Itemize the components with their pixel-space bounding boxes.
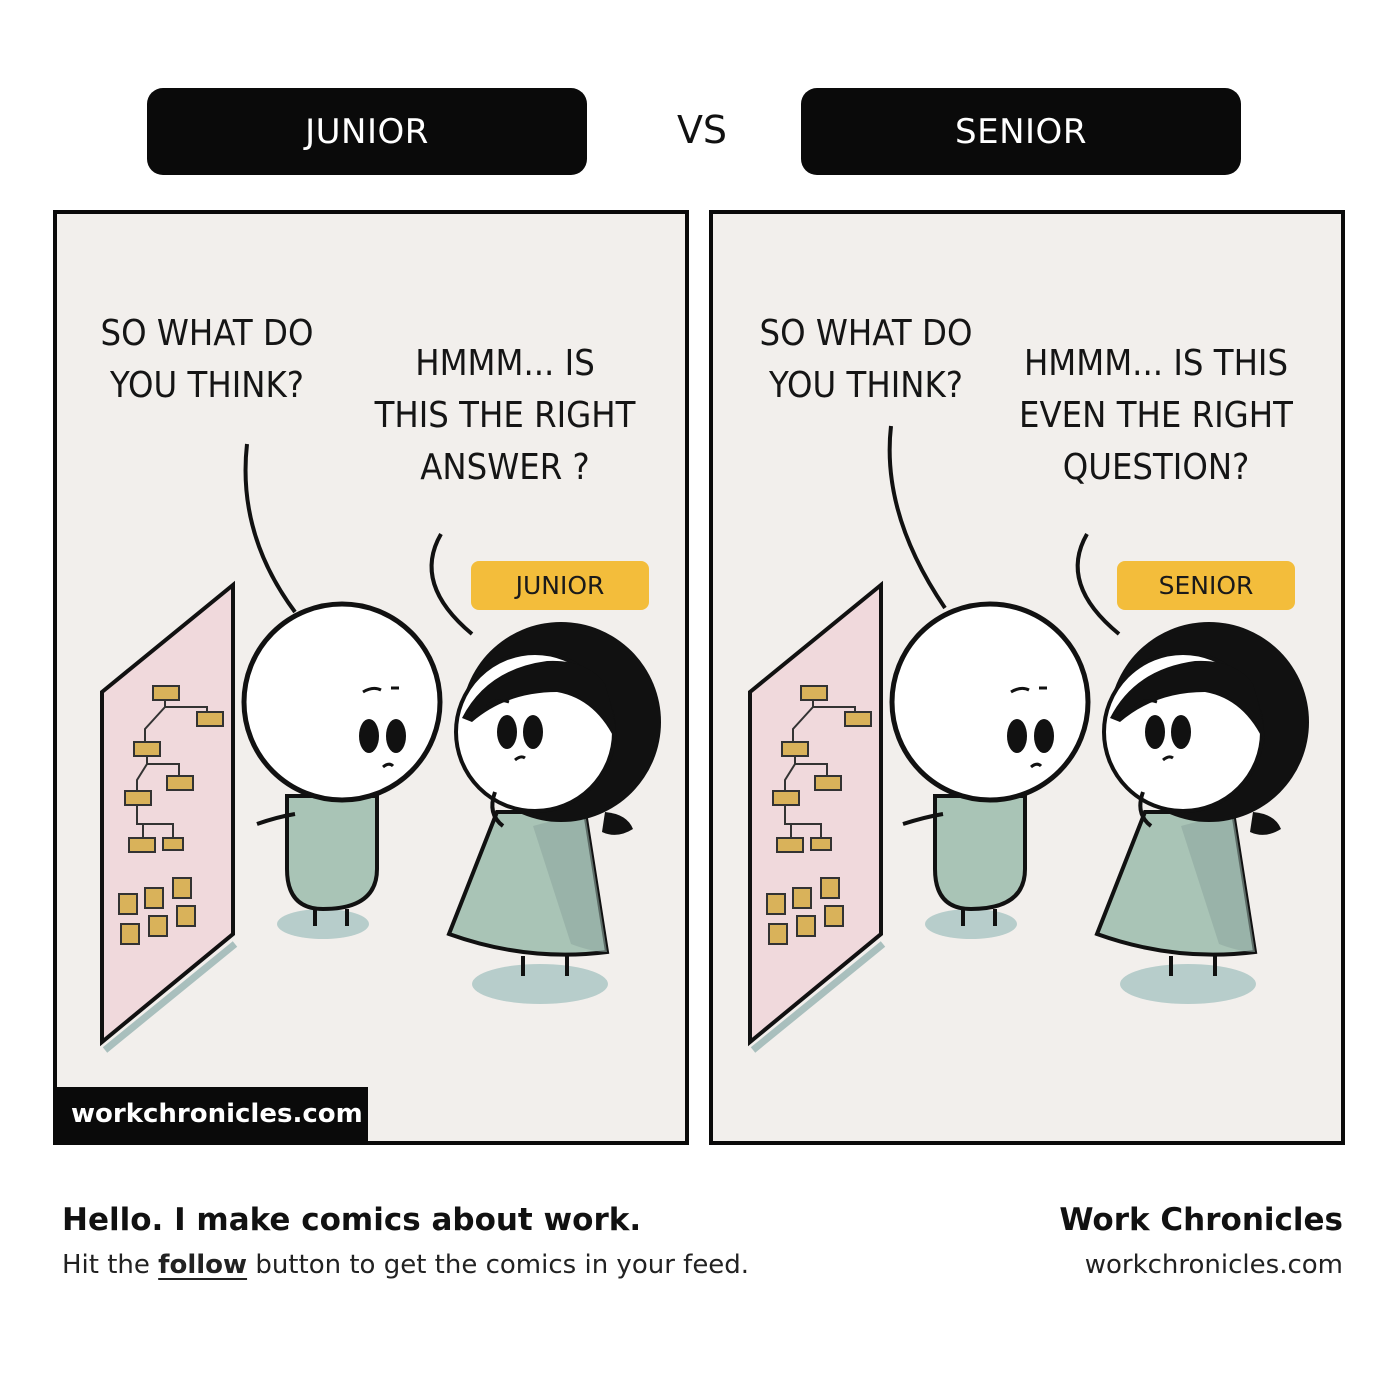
follow-link[interactable]: follow — [158, 1250, 247, 1280]
brand-url[interactable]: workchronicles.com — [1085, 1250, 1343, 1280]
speech-left: SO WHAT DO YOU THINK? — [759, 313, 973, 406]
senior-tag: SENIOR — [1117, 561, 1295, 610]
character-one — [889, 601, 1091, 939]
footer-subtitle-before: Hit the — [62, 1250, 159, 1280]
speech-right: HMMM... IS THIS EVEN THE RIGHT QUESTION? — [1019, 343, 1293, 488]
watermark: workchronicles.com — [57, 1087, 368, 1141]
character-two — [446, 622, 661, 1004]
footer-subtitle-after: button to get the comics in your feed. — [247, 1250, 750, 1280]
senior-header-label: SENIOR — [955, 111, 1087, 152]
character-one — [241, 601, 443, 939]
brand-name: Work Chronicles — [1059, 1202, 1343, 1238]
footer-title: Hello. I make comics about work. — [62, 1202, 642, 1238]
senior-header-pill: SENIOR — [801, 88, 1241, 175]
org-chart-board — [100, 580, 235, 1047]
org-chart-board — [748, 580, 883, 1047]
speech-left: SO WHAT DO YOU THINK? — [100, 313, 314, 406]
junior-tag: JUNIOR — [471, 561, 649, 610]
speech-right: HMMM... IS THIS THE RIGHT ANSWER ? — [374, 343, 636, 488]
comic-panel-junior: SO WHAT DO YOU THINK? HMMM... IS THIS THE … — [53, 210, 689, 1145]
comic-panel-senior: SO WHAT DO YOU THINK? HMMM... IS THIS EVEN… — [709, 210, 1345, 1145]
junior-header-label: JUNIOR — [305, 111, 429, 152]
vs-label: VS — [676, 108, 728, 152]
character-two — [1094, 622, 1309, 1004]
junior-header-pill: JUNIOR — [147, 88, 587, 175]
footer-subtitle: Hit the follow button to get the comics … — [62, 1250, 749, 1280]
